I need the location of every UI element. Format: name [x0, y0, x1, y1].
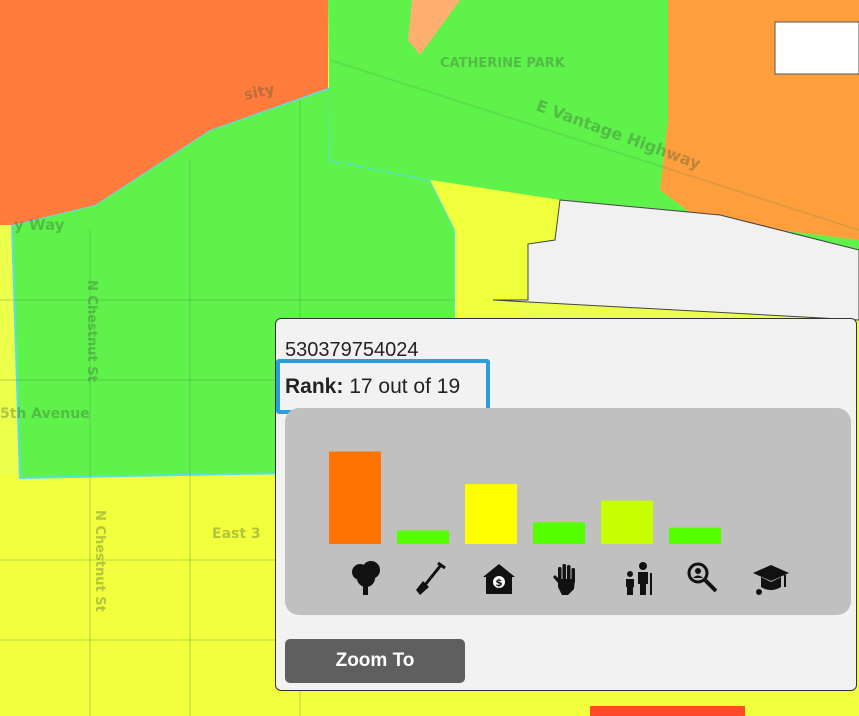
score-bar-magnifier — [669, 527, 721, 544]
map-label-5th-avenue: 5th Avenue — [0, 406, 90, 422]
building-footprint — [774, 21, 859, 75]
family-icon — [626, 562, 652, 595]
tract-popup: 530379754024 Rank: 17 out of 19 $ Zoom T… — [275, 318, 857, 691]
rank-line: Rank: 17 out of 19 — [285, 375, 460, 399]
rank-label: Rank: — [285, 375, 344, 398]
map-label-east-3: East 3 — [212, 526, 261, 542]
score-bar-tree — [329, 451, 381, 544]
score-bar-family — [601, 500, 653, 544]
shovel-icon — [416, 561, 446, 595]
zoom-to-button[interactable]: Zoom To — [285, 639, 465, 683]
map-label-catherine-park: CATHERINE PARK — [440, 56, 566, 71]
tree-icon — [352, 561, 380, 595]
score-chart-panel: $ — [285, 408, 851, 615]
score-bar-hand — [533, 522, 585, 544]
graduation-cap-icon — [753, 565, 789, 595]
hand-icon — [553, 564, 575, 595]
score-bar-house-money — [465, 484, 517, 544]
magnifier-icon — [687, 562, 718, 593]
map-label-chestnut-south: N Chestnut St — [92, 510, 107, 612]
svg-text:$: $ — [496, 578, 503, 589]
tract-red-south — [590, 706, 745, 716]
map-label-way: y Way — [14, 216, 65, 234]
rank-value: 17 out of 19 — [349, 375, 461, 398]
map-label-chestnut-north: N Chestnut St — [84, 280, 99, 382]
house-money-icon: $ — [483, 564, 515, 594]
score-bar-shovel — [397, 530, 449, 544]
